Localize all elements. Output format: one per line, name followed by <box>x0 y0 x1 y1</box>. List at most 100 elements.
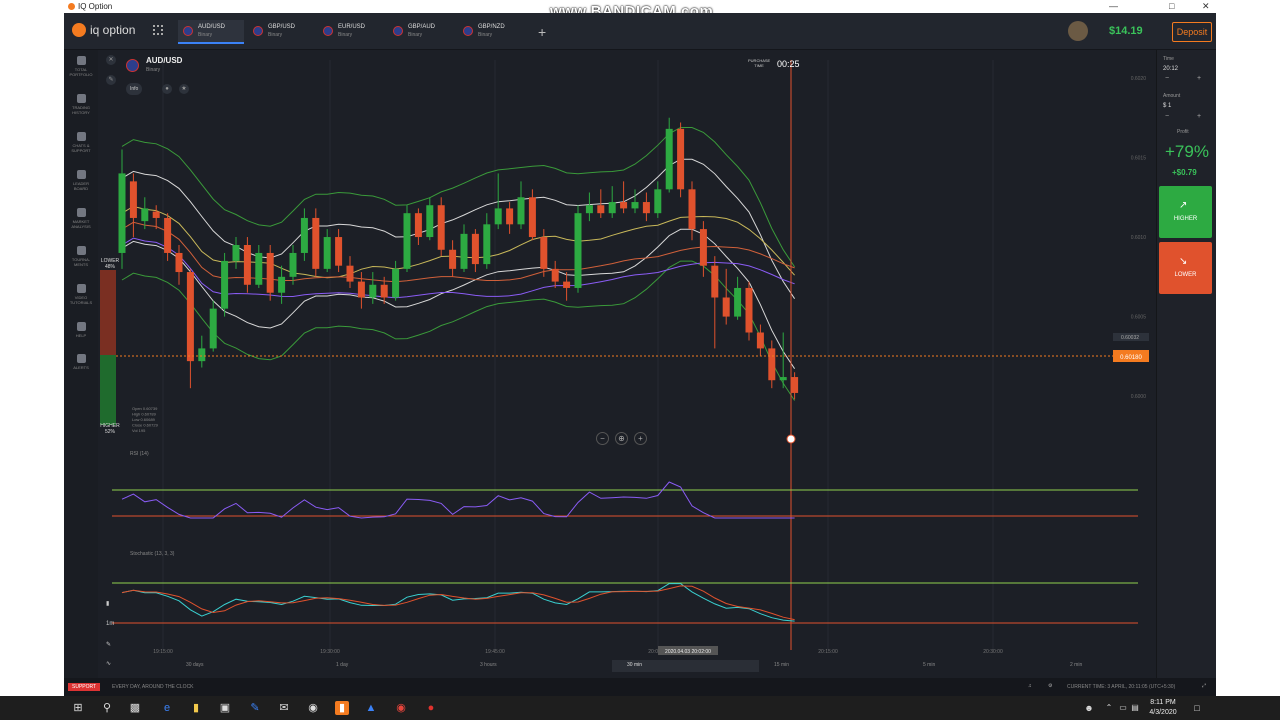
settings-icon[interactable]: ⚙ <box>1048 683 1052 689</box>
higher-button-label: HIGHER <box>1173 216 1198 222</box>
chrome-icon[interactable]: ◉ <box>394 701 408 715</box>
search-icon[interactable]: ⚲ <box>100 701 114 715</box>
volume-icon[interactable]: ♫ <box>1028 683 1032 689</box>
tab-type: Binary <box>268 32 283 38</box>
timeframe-5-min[interactable]: 5 min <box>923 662 935 668</box>
file-explorer-icon[interactable]: ▮ <box>189 701 203 715</box>
iq-option-taskbar-icon[interactable]: ▮ <box>335 701 349 715</box>
time-plus-button[interactable]: + <box>1197 75 1201 82</box>
ohlc-readout: High 0.60789 <box>132 412 157 417</box>
candle-body <box>768 348 776 381</box>
leaderboard-icon <box>76 170 86 179</box>
y-tick-label: 0.6020 <box>1131 76 1147 82</box>
pencil-icon[interactable]: ✎ <box>106 641 111 648</box>
time-value[interactable]: 20:12 <box>1163 66 1178 72</box>
asset-tab-3[interactable]: EUR/USD Binary <box>318 20 384 44</box>
interval-button[interactable]: 1m <box>106 621 114 627</box>
nav-leaderboard[interactable]: LEADER BOARD <box>66 170 96 191</box>
deposit-button[interactable]: Deposit <box>1172 22 1212 42</box>
candle-body <box>414 213 422 238</box>
nav-tournaments[interactable]: TOURNA-MENTS <box>66 246 96 267</box>
nav-chat[interactable]: CHATS & SUPPORT <box>66 132 96 153</box>
draw-tool-icon[interactable]: ✎ <box>106 75 116 85</box>
zoom-out-button[interactable]: − <box>596 432 609 445</box>
tray-chevron-icon[interactable]: ⌃ <box>1102 701 1116 715</box>
expiry-marker <box>786 434 796 444</box>
app-window: iq option AUD/USD Binary GBP/USD Binary EU… <box>64 13 1216 678</box>
lower-button[interactable]: ↘ LOWER <box>1159 242 1212 294</box>
balance[interactable]: $14.19 <box>1109 25 1143 37</box>
zoom-in-button[interactable]: + <box>634 432 647 445</box>
nav-analysis[interactable]: MARKET ANALYSIS <box>66 208 96 229</box>
network-icon[interactable]: ▤ <box>1128 701 1142 715</box>
candle-body <box>699 229 707 266</box>
stochastic-label[interactable]: Stochastic (13, 3, 3) <box>130 551 174 557</box>
clock-time: 8:11 PM <box>1150 699 1176 706</box>
price-chart[interactable]: 0.60032 0.60180 19:15:00 19:30:00 19:45:00… <box>98 50 1152 675</box>
asset-tab-4[interactable]: GBP/AUD Binary <box>388 20 454 44</box>
windows-start-icon[interactable]: ⊞ <box>71 701 85 715</box>
amount-plus-button[interactable]: + <box>1197 113 1201 120</box>
star-icon[interactable]: ★ <box>179 84 189 94</box>
close-window-button[interactable]: ✕ <box>1202 0 1210 13</box>
asset-title[interactable]: AUD/USD <box>146 56 182 65</box>
flag-icon <box>183 26 193 36</box>
nav-videos[interactable]: VIDEO TUTORIALS <box>66 284 96 305</box>
avatar[interactable] <box>1068 21 1088 41</box>
nav-help[interactable]: HELP <box>66 322 96 338</box>
higher-sentiment: HIGHER 52% <box>98 423 122 435</box>
store-icon[interactable]: ▣ <box>218 701 232 715</box>
amount-minus-button[interactable]: − <box>1165 113 1169 120</box>
fullscreen-icon[interactable]: ⤢ <box>1202 683 1206 689</box>
timeframe-1-day[interactable]: 1 day <box>336 662 348 668</box>
higher-button[interactable]: ↗ HIGHER <box>1159 186 1212 238</box>
task-view-icon[interactable]: ▩ <box>128 701 142 715</box>
minimize-button[interactable]: — <box>1109 0 1118 13</box>
candle-body <box>506 208 514 225</box>
lower-sentiment-bar <box>100 270 116 355</box>
trend-up-icon: ↗ <box>1179 200 1188 211</box>
timeframe-3-hours[interactable]: 3 hours <box>480 662 497 668</box>
countdown: 00:25 <box>777 59 800 69</box>
asset-tab-5[interactable]: GBP/NZD Binary <box>458 20 524 44</box>
candle-type-icon[interactable]: ▮ <box>106 600 109 607</box>
mail-icon[interactable]: ✉ <box>277 701 291 715</box>
close-icon[interactable]: ✕ <box>106 55 116 65</box>
taskbar-clock[interactable]: 8:11 PM 4/3/2020 <box>1144 698 1182 718</box>
candle-body <box>209 308 217 349</box>
timeframe-30-days[interactable]: 30 days <box>186 662 204 668</box>
candle-body <box>403 213 411 269</box>
nav-history[interactable]: TRADING HISTORY <box>66 94 96 115</box>
candle-body <box>574 213 582 288</box>
alert-bell-icon[interactable]: ● <box>162 84 172 94</box>
paint-icon[interactable]: ▲ <box>364 701 378 715</box>
pen-app-icon[interactable]: ✎ <box>248 701 262 715</box>
candle-body <box>745 287 753 333</box>
add-tab-button[interactable]: + <box>538 24 546 40</box>
info-button[interactable]: Info <box>126 83 143 95</box>
nav-label: ALERTS <box>73 365 89 370</box>
reset-zoom-button[interactable]: ⊕ <box>615 432 628 445</box>
amount-value[interactable]: $ 1 <box>1163 103 1171 109</box>
people-icon[interactable]: ☻ <box>1082 701 1096 715</box>
bandicam-icon[interactable]: ● <box>424 701 438 715</box>
rsi-label[interactable]: RSI (14) <box>130 451 149 457</box>
time-minus-button[interactable]: − <box>1165 75 1169 82</box>
nav-portfolio[interactable]: TOTAL PORTFOLIO <box>66 56 96 77</box>
notification-icon[interactable]: □ <box>1190 701 1204 715</box>
asset-tab-1[interactable]: AUD/USD Binary <box>178 20 244 44</box>
grid-menu-icon[interactable] <box>153 25 163 35</box>
timeframe-bar: 30 days 1 day 3 hours 30 min 15 min 5 mi… <box>112 660 1152 672</box>
indicators-icon[interactable]: ∿ <box>106 660 111 667</box>
x-tick-label: 20:30:00 <box>983 649 1003 655</box>
app-icon-gray[interactable]: ◉ <box>306 701 320 715</box>
edge-icon[interactable]: e <box>160 701 174 715</box>
timeframe-2-min[interactable]: 2 min <box>1070 662 1082 668</box>
maximize-button[interactable]: □ <box>1169 0 1174 13</box>
support-button[interactable]: SUPPORT <box>68 683 101 691</box>
timeframe-30-min[interactable]: 30 min <box>627 662 642 668</box>
nav-alerts[interactable]: ALERTS <box>66 354 96 370</box>
timeframe-15-min[interactable]: 15 min <box>774 662 789 668</box>
briefcase-icon <box>76 56 86 65</box>
asset-tab-2[interactable]: GBP/USD Binary <box>248 20 314 44</box>
